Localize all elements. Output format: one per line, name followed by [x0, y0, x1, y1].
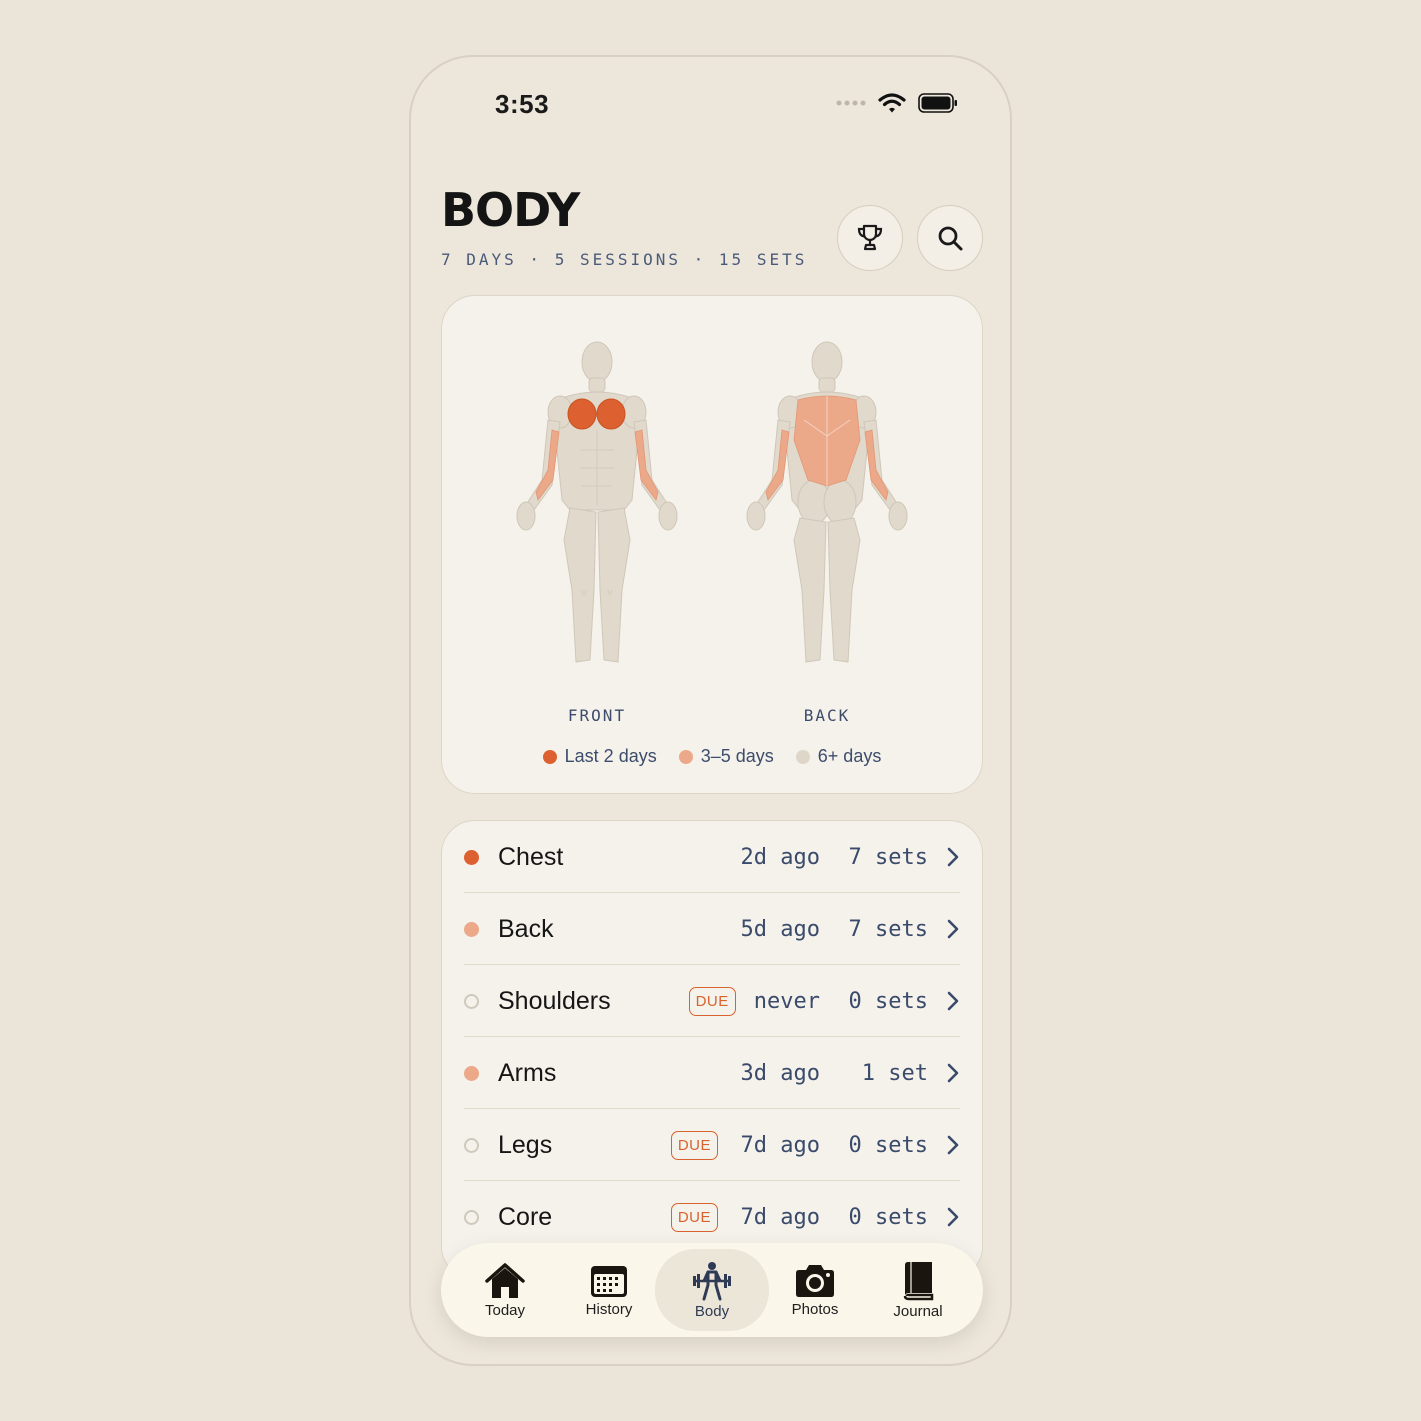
muscle-row-shoulders[interactable]: Shoulders DUE never 0 sets [464, 965, 960, 1037]
legend-item-old: 6+ days [795, 746, 882, 767]
status-dot [464, 1137, 479, 1153]
chevron-right-icon [947, 1207, 959, 1227]
chevron-right-icon [947, 991, 959, 1011]
signal-icon [836, 100, 866, 106]
legend-item-mid: 3–5 days [678, 746, 774, 767]
muscle-row-chest[interactable]: Chest 2d ago 7 sets [464, 821, 960, 893]
tab-label: Body [694, 1302, 730, 1320]
last-trained: 3d ago [740, 1060, 820, 1086]
tab-label: Photos [791, 1300, 839, 1318]
muscle-list: Chest 2d ago 7 sets Back 5d ago 7 sets S… [441, 820, 983, 1280]
muscle-name: Arms [498, 1058, 557, 1087]
front-body-figure[interactable] [512, 340, 682, 672]
chevron-right-icon [947, 919, 959, 939]
status-dot [464, 849, 479, 865]
status-dot [464, 1209, 479, 1225]
status-dot [464, 921, 479, 937]
muscle-name: Core [498, 1202, 553, 1231]
muscle-name: Legs [498, 1130, 553, 1159]
set-count: 1 set [861, 1060, 928, 1086]
search-button[interactable] [917, 205, 983, 271]
status-dot [464, 1065, 479, 1081]
tab-body[interactable]: Body [655, 1249, 769, 1331]
status-dot [464, 993, 479, 1009]
set-count: 0 sets [848, 1132, 928, 1158]
trophy-icon [857, 224, 883, 251]
page-subtitle: 7 DAYS · 5 SESSIONS · 15 SETS [441, 250, 808, 269]
due-badge: DUE [670, 1202, 718, 1232]
chevron-right-icon [947, 1063, 959, 1083]
legend-label: 6+ days [817, 746, 882, 766]
search-icon [938, 226, 963, 251]
legend-label: Last 2 days [564, 746, 657, 766]
body-map-card: FRONT BACK Last 2 days 3–5 days 6+ days [441, 295, 983, 794]
legend-dot [795, 749, 810, 764]
battery-icon [918, 93, 957, 113]
tab-label: Journal [893, 1302, 943, 1320]
page-title: BODY [441, 183, 580, 237]
tab-today[interactable]: Today [448, 1249, 562, 1331]
muscle-name: Shoulders [498, 986, 611, 1015]
trophy-button[interactable] [837, 205, 903, 271]
muscle-row-legs[interactable]: Legs DUE 7d ago 0 sets [464, 1109, 960, 1181]
legend-label: 3–5 days [700, 746, 774, 766]
tab-history[interactable]: History [552, 1249, 666, 1331]
chevron-right-icon [947, 847, 959, 867]
legend-dot [542, 749, 557, 764]
weightlifter-icon [693, 1261, 731, 1300]
last-trained: never [753, 988, 820, 1014]
home-icon [485, 1262, 525, 1298]
tab-label: Today [484, 1301, 526, 1319]
muscle-name: Back [498, 914, 554, 943]
tab-bar: Today History Body Photos Journal [441, 1243, 983, 1337]
legend-item-recent: Last 2 days [542, 746, 657, 767]
book-icon [903, 1261, 934, 1300]
legend: Last 2 days 3–5 days 6+ days [442, 746, 982, 767]
last-trained: 2d ago [740, 844, 820, 870]
status-time: 3:53 [495, 89, 550, 119]
tab-journal[interactable]: Journal [861, 1249, 975, 1331]
muscle-name: Chest [498, 842, 564, 871]
set-count: 0 sets [848, 988, 928, 1014]
wifi-icon [878, 93, 906, 113]
back-body-figure[interactable] [742, 340, 912, 672]
calendar-icon [591, 1265, 627, 1297]
phone-frame: 3:53 BODY 7 DAYS · 5 SESSIONS · 15 SETS [409, 55, 1012, 1366]
set-count: 7 sets [848, 844, 928, 870]
muscle-row-arms[interactable]: Arms 3d ago 1 set [464, 1037, 960, 1109]
due-badge: DUE [670, 1130, 718, 1160]
last-trained: 7d ago [740, 1204, 820, 1230]
due-badge: DUE [688, 986, 736, 1016]
chevron-right-icon [947, 1135, 959, 1155]
muscle-row-back[interactable]: Back 5d ago 7 sets [464, 893, 960, 965]
legend-dot [678, 749, 693, 764]
tab-label: History [585, 1300, 633, 1318]
set-count: 7 sets [848, 916, 928, 942]
tab-photos[interactable]: Photos [758, 1249, 872, 1331]
last-trained: 5d ago [740, 916, 820, 942]
set-count: 0 sets [848, 1204, 928, 1230]
status-indicators [836, 93, 958, 113]
front-label: FRONT [567, 706, 627, 725]
camera-icon [796, 1264, 834, 1297]
back-label: BACK [803, 706, 851, 725]
last-trained: 7d ago [740, 1132, 820, 1158]
